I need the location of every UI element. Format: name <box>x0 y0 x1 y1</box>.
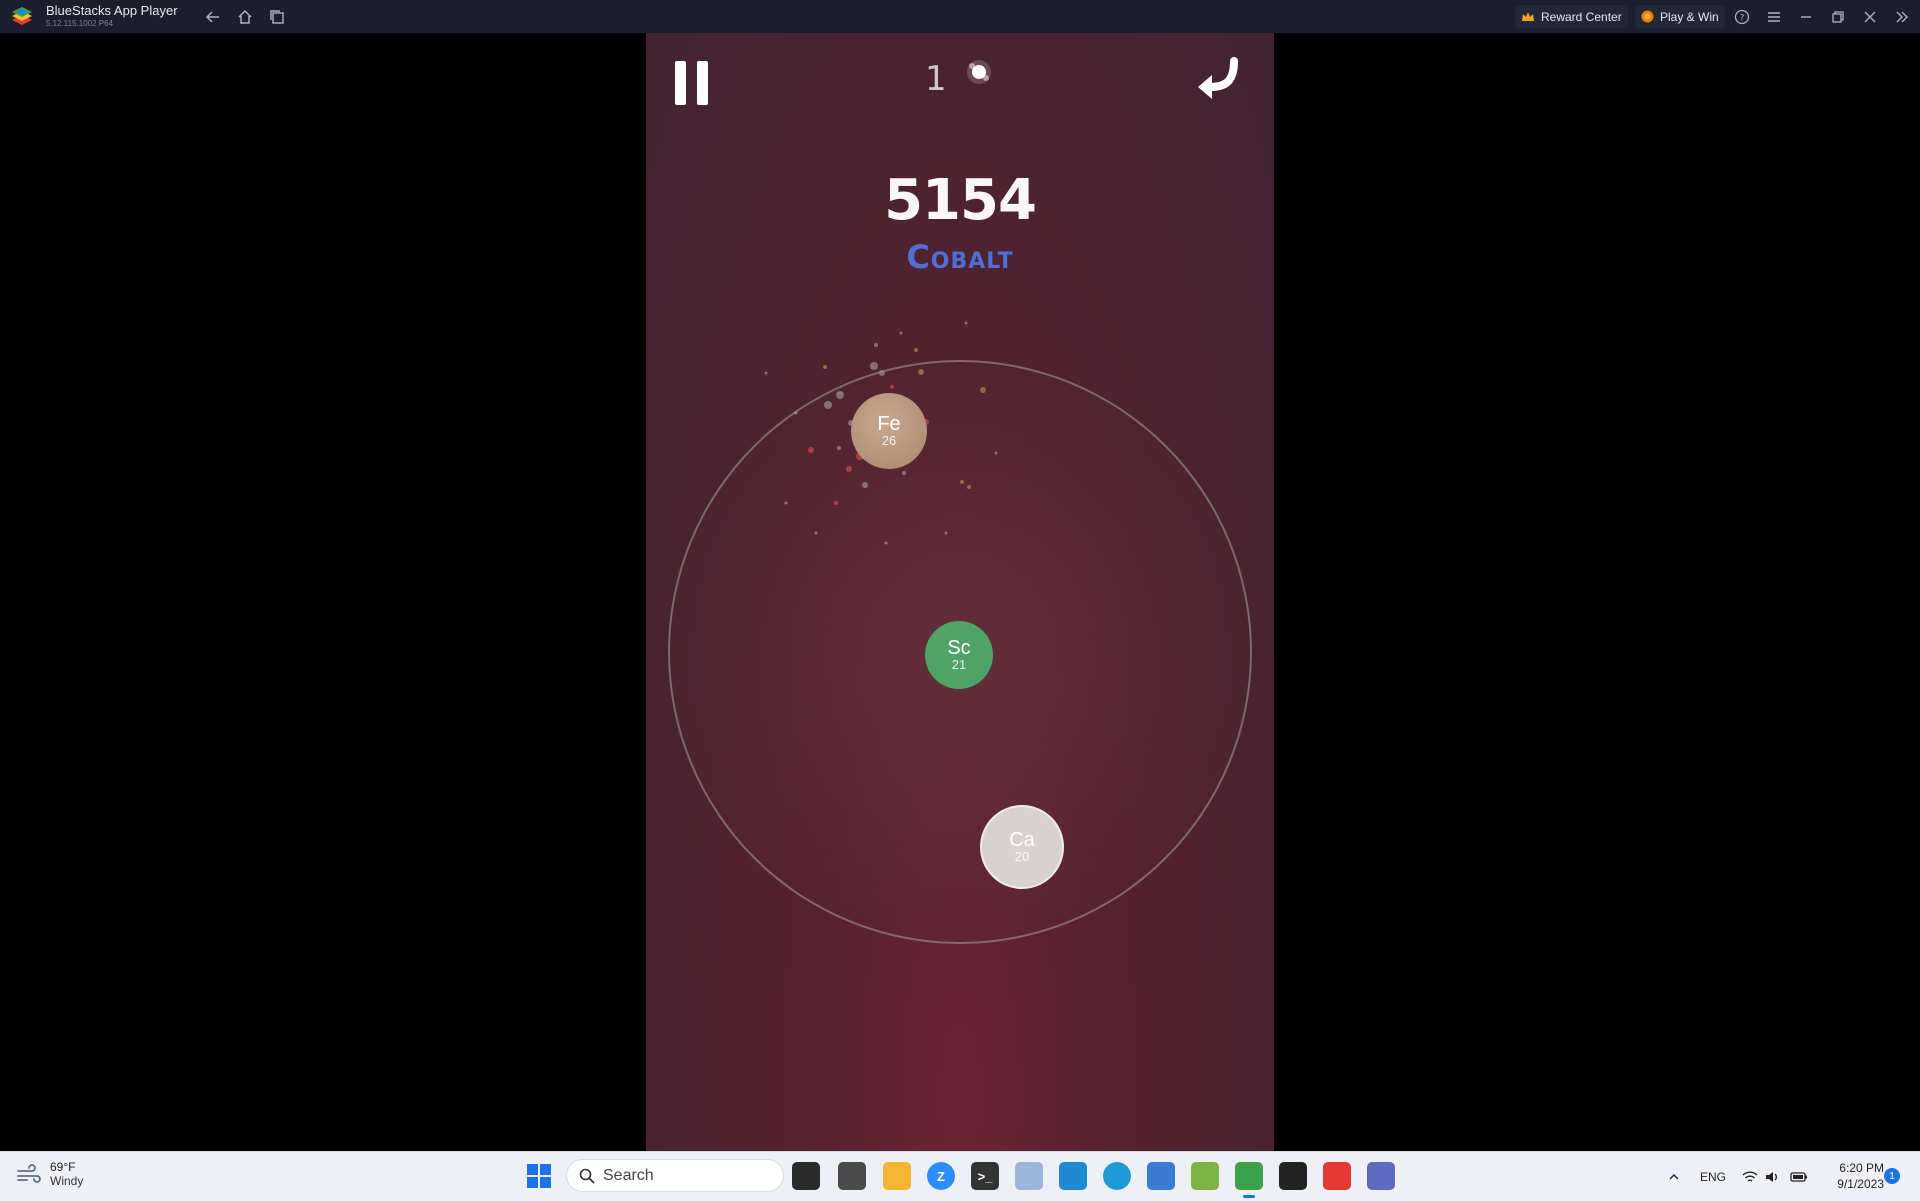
atom-calcium[interactable]: Ca 20 <box>980 805 1064 889</box>
window-title-bar: BlueStacks App Player 5.12.115.1002 P64 … <box>0 0 1920 33</box>
help-icon[interactable]: ? <box>1729 4 1755 30</box>
atom-scandium-center[interactable]: Sc 21 <box>925 621 993 689</box>
bluestacks-logo-icon <box>12 7 32 25</box>
reward-center-button[interactable]: Reward Center <box>1515 5 1628 28</box>
atom-iron[interactable]: Fe 26 <box>851 393 927 469</box>
reward-center-label: Reward Center <box>1541 9 1622 24</box>
atom-symbol: Fe <box>877 413 901 435</box>
file-explorer-icon[interactable] <box>883 1162 911 1190</box>
crown-icon <box>1522 11 1534 21</box>
expand-sidebar-icon[interactable] <box>1889 4 1915 30</box>
windows-logo-icon <box>527 1164 538 1175</box>
app-icon-1[interactable] <box>838 1162 866 1190</box>
play-win-button[interactable]: Play & Win <box>1635 5 1725 28</box>
cmd-icon[interactable] <box>1279 1162 1307 1190</box>
zoom-icon[interactable]: Z <box>927 1162 955 1190</box>
language-indicator[interactable]: ENG <box>1700 1152 1726 1201</box>
windows-taskbar: 69°F Windy Search Z >_ ENG 6:20 PM 9/1/2… <box>0 1151 1920 1201</box>
app-icon-2[interactable] <box>1367 1162 1395 1190</box>
weather-widget[interactable]: 69°F Windy <box>16 1160 83 1188</box>
weather-condition: Windy <box>50 1174 84 1188</box>
app-version: 5.12.115.1002 P64 <box>46 19 114 28</box>
menu-icon[interactable] <box>1761 4 1787 30</box>
atom-symbol: Ca <box>1009 829 1035 851</box>
search-placeholder: Search <box>603 1166 654 1184</box>
restore-icon[interactable] <box>1825 4 1851 30</box>
clock-time: 6:20 PM <box>1839 1161 1884 1175</box>
atom-number: 20 <box>1014 849 1030 864</box>
edge-icon[interactable] <box>1103 1162 1131 1190</box>
show-hidden-icons[interactable] <box>1668 1152 1680 1201</box>
app-title: BlueStacks App Player <box>46 3 178 18</box>
vscode-icon[interactable] <box>1059 1162 1087 1190</box>
atom-number: 26 <box>881 433 897 448</box>
weather-temperature: 69°F <box>50 1160 76 1174</box>
play-win-label: Play & Win <box>1660 9 1719 24</box>
terminal-icon[interactable]: >_ <box>971 1162 999 1190</box>
volume-icon[interactable] <box>1764 1152 1780 1201</box>
wind-icon <box>17 1164 41 1183</box>
notepad-icon[interactable] <box>1191 1162 1219 1190</box>
particle-burst <box>764 321 998 545</box>
home-icon[interactable] <box>232 4 258 30</box>
taskbar-search[interactable]: Search <box>566 1159 784 1192</box>
multi-instance-icon[interactable] <box>264 4 290 30</box>
clock-date: 9/1/2023 <box>1837 1177 1884 1191</box>
svg-text:?: ? <box>1740 14 1745 24</box>
photos-icon[interactable] <box>1015 1162 1043 1190</box>
system-clock[interactable]: 6:20 PM 9/1/2023 <box>1822 1160 1884 1192</box>
bluestacks-taskbar-icon[interactable] <box>1235 1162 1263 1198</box>
minimize-icon[interactable] <box>1793 4 1819 30</box>
atom-symbol: Sc <box>947 637 971 659</box>
game-screen[interactable]: 1 5154 Cobalt Fe 26 Sc 21 Ca 20 <box>646 33 1274 1151</box>
notification-badge[interactable]: 1 <box>1884 1168 1900 1184</box>
back-icon[interactable] <box>200 4 226 30</box>
coin-icon <box>1641 10 1654 23</box>
snipping-tool-icon[interactable] <box>1323 1162 1351 1190</box>
paint-icon[interactable] <box>1147 1162 1175 1190</box>
wifi-icon[interactable] <box>1742 1152 1758 1201</box>
search-icon <box>579 1168 595 1184</box>
atom-number: 21 <box>951 657 967 672</box>
close-icon[interactable] <box>1857 4 1883 30</box>
task-view-icon[interactable] <box>792 1162 820 1190</box>
battery-icon[interactable] <box>1790 1152 1808 1201</box>
start-button[interactable] <box>527 1164 551 1188</box>
chevron-up-icon <box>1669 1173 1679 1179</box>
